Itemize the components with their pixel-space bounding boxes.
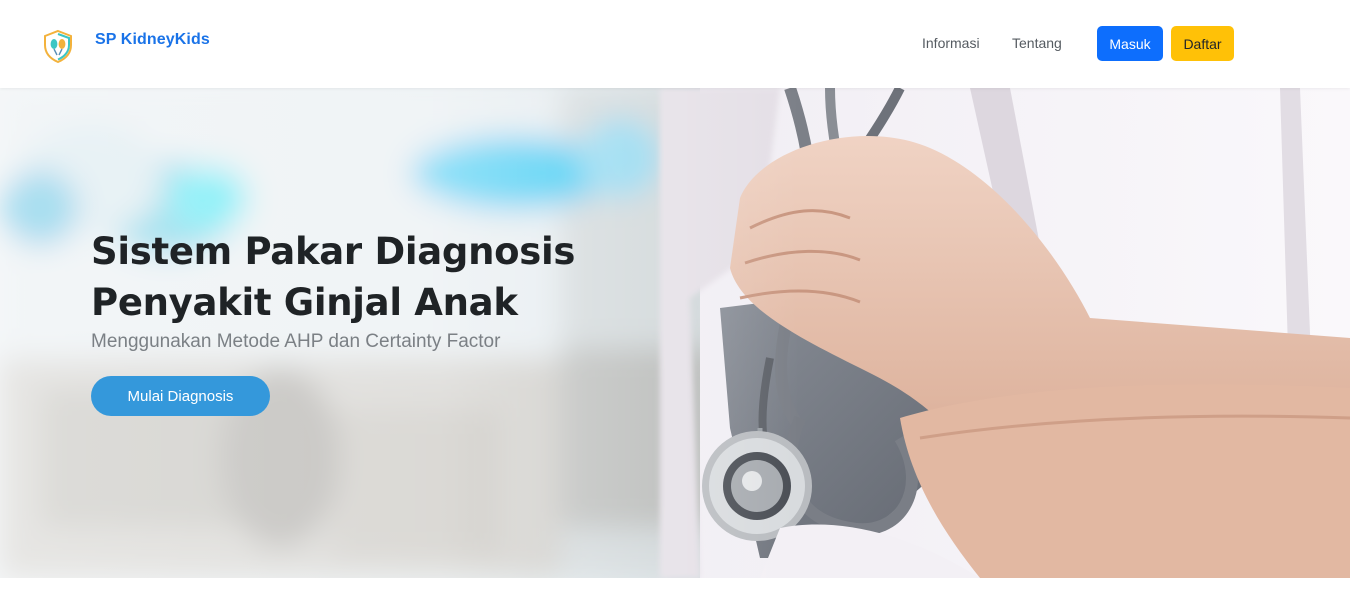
hero-title-line1: Sistem Pakar Diagnosis — [91, 230, 576, 273]
start-diagnosis-button[interactable]: Mulai Diagnosis — [91, 376, 270, 416]
kidney-shield-icon[interactable] — [40, 28, 76, 64]
register-button[interactable]: Daftar — [1171, 26, 1234, 61]
hero-title: Sistem Pakar Diagnosis Penyakit Ginjal A… — [91, 226, 711, 328]
nav-link-informasi[interactable]: Informasi — [922, 35, 980, 51]
navbar: SP KidneyKids Informasi Tentang Masuk Da… — [0, 0, 1350, 88]
page-content-area — [0, 578, 1350, 607]
hero-section: Sistem Pakar Diagnosis Penyakit Ginjal A… — [0, 88, 1350, 578]
brand-name[interactable]: SP KidneyKids — [95, 31, 210, 49]
nav-link-tentang[interactable]: Tentang — [1012, 35, 1062, 51]
login-button[interactable]: Masuk — [1097, 26, 1163, 61]
hero-subtitle: Menggunakan Metode AHP dan Certainty Fac… — [91, 331, 501, 352]
hero-title-line2: Penyakit Ginjal Anak — [91, 281, 518, 324]
